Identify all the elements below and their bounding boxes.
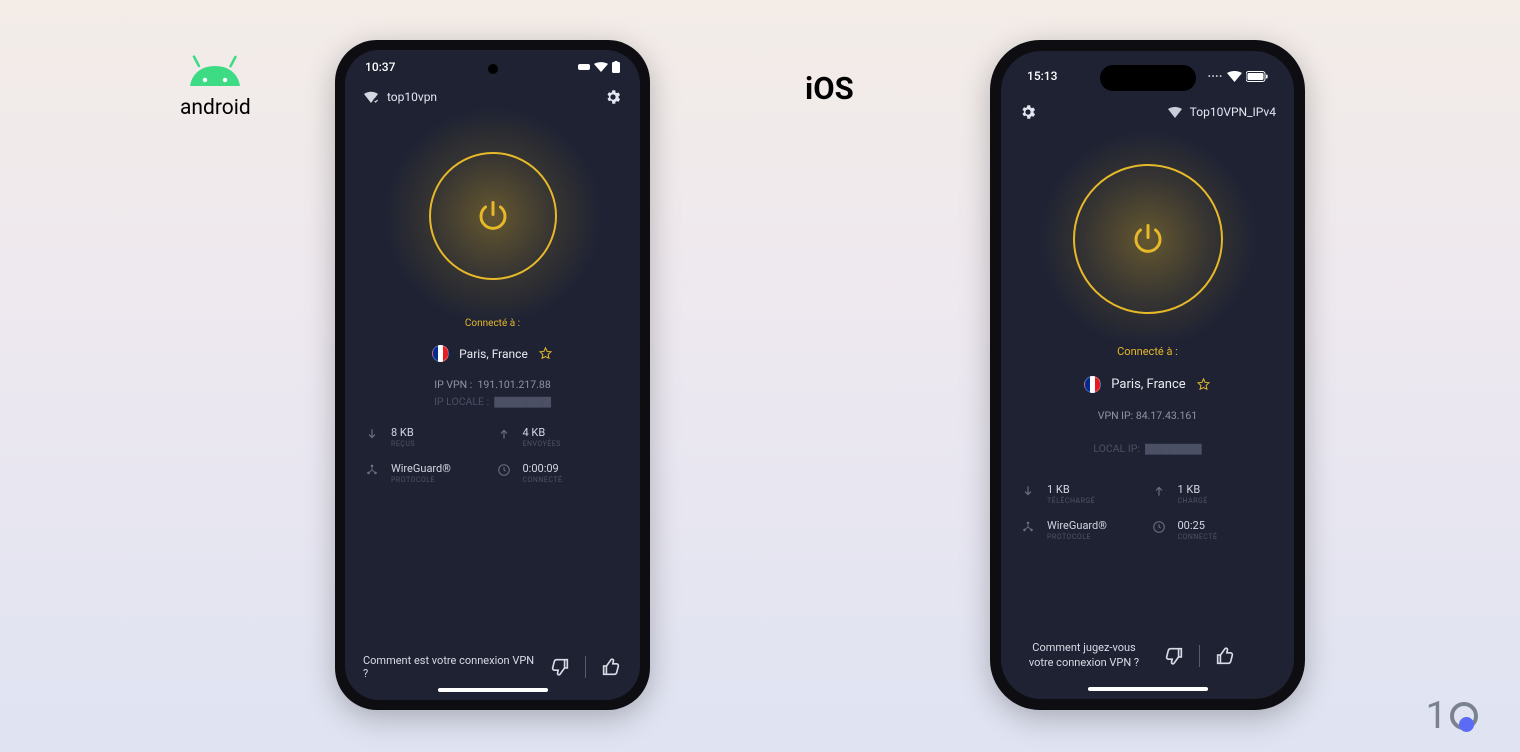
server-location-row[interactable]: Paris, France <box>1001 376 1294 393</box>
feedback-question: Comment est votre connexion VPN ? <box>363 654 535 680</box>
france-flag-icon <box>1084 376 1101 393</box>
status-time: 10:37 <box>365 60 395 74</box>
network-name[interactable]: Top10VPN_IPv4 <box>1190 105 1276 119</box>
connect-toggle-button[interactable] <box>429 152 557 280</box>
separator <box>585 656 586 678</box>
network-name[interactable]: top10vpn <box>387 90 437 104</box>
arrow-down-icon <box>1021 484 1037 501</box>
clock-icon <box>497 463 513 480</box>
stat-protocol: WireGuard®PROTOCOLE <box>1021 519 1144 541</box>
home-indicator[interactable] <box>1088 687 1208 691</box>
stat-upload: 4 KBENVOYÉES <box>497 426 621 448</box>
power-icon <box>1130 221 1166 257</box>
android-label: android <box>180 96 251 120</box>
vpn-indicator-icon <box>578 62 590 72</box>
dynamic-island <box>1100 65 1196 91</box>
ip-vpn-row: VPN IP: 84.17.43.161 <box>1001 409 1294 422</box>
stat-download: 8 KBREÇUS <box>365 426 489 448</box>
thumbs-up-button[interactable] <box>1214 645 1236 667</box>
battery-icon <box>1246 71 1268 82</box>
clock-icon <box>1152 520 1168 537</box>
signal-icon: •••• <box>1208 72 1223 81</box>
ip-local-row: IP LOCALE : ▇▇▇▇▇▇▇ <box>345 395 640 408</box>
thumbs-down-button[interactable] <box>549 656 571 678</box>
thumbs-down-button[interactable] <box>1163 645 1185 667</box>
stat-upload: 1 KBCHARGÉ <box>1152 483 1275 505</box>
arrow-down-icon <box>365 427 381 444</box>
favorite-toggle[interactable] <box>1196 377 1211 392</box>
ip-vpn-row: IP VPN : 191.101.217.88 <box>345 378 640 391</box>
location-text: Paris, France <box>1111 377 1185 392</box>
wifi-icon <box>594 62 608 72</box>
android-badge: android <box>180 54 251 120</box>
server-location-row[interactable]: Paris, France <box>345 345 640 362</box>
protocol-icon <box>1021 520 1037 537</box>
status-time: 15:13 <box>1027 69 1057 83</box>
location-text: Paris, France <box>459 347 528 361</box>
stat-download: 1 KBTÉLÉCHARGÉ <box>1021 483 1144 505</box>
arrow-up-icon <box>1152 484 1168 501</box>
feedback-question: Comment jugez-vous votre connexion VPN ? <box>1019 641 1149 671</box>
favorite-toggle[interactable] <box>538 346 553 361</box>
connect-toggle-button[interactable] <box>1073 164 1223 314</box>
settings-button[interactable] <box>1019 103 1037 121</box>
network-icon <box>1168 107 1182 118</box>
wifi-icon <box>1227 71 1242 82</box>
stat-protocol: WireGuard®PROTOCOLE <box>365 462 489 484</box>
arrow-up-icon <box>497 427 513 444</box>
stat-duration: 00:25CONNECTÉ <box>1152 519 1275 541</box>
ios-phone-frame: 15:13 •••• Top10VPN_IPv4 <box>990 40 1305 710</box>
android-phone-frame: 10:37 top10vpn Connecté <box>335 40 650 710</box>
camera-dot <box>488 64 498 74</box>
settings-button[interactable] <box>604 88 622 106</box>
france-flag-icon <box>432 345 449 362</box>
thumbs-up-button[interactable] <box>600 656 622 678</box>
power-icon <box>475 198 511 234</box>
network-icon <box>363 91 379 104</box>
watermark-one: 1 <box>1426 694 1447 738</box>
battery-icon <box>612 61 620 73</box>
watermark-logo: 1 <box>1426 694 1496 738</box>
stat-duration: 0:00:09CONNECTÉ <box>497 462 621 484</box>
protocol-icon <box>365 463 381 480</box>
separator <box>1199 645 1200 667</box>
ios-label: iOS <box>805 70 854 107</box>
ip-local-row: LOCAL IP: ▇▇▇▇▇▇▇ <box>1001 442 1294 455</box>
home-indicator[interactable] <box>438 688 548 692</box>
